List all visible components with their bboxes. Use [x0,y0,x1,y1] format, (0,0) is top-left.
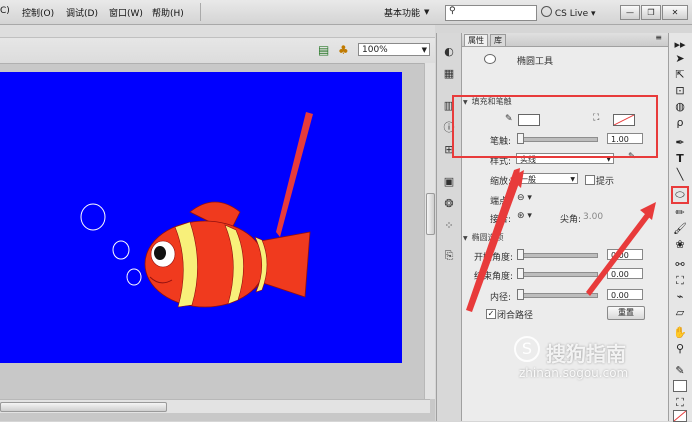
sogou-logo: S [514,336,540,362]
annotation-arrow [586,210,652,296]
watermark-url: zhinan.sogou.com [519,366,629,380]
watermark-brand: 搜狗指南 [546,342,626,366]
logo-letter: S [521,339,533,358]
annotation-arrow [466,168,520,312]
